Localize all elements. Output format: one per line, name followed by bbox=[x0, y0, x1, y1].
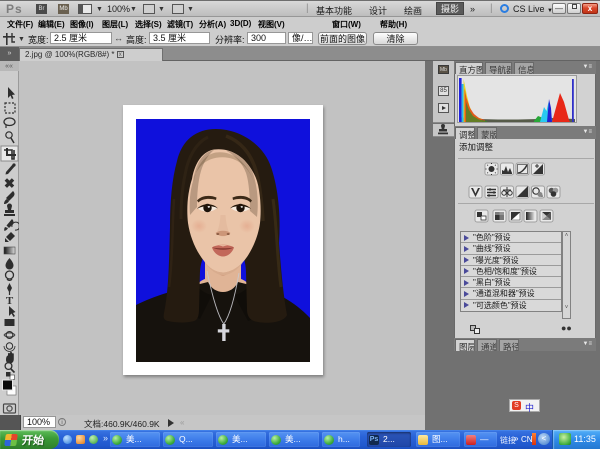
svg-text:T: T bbox=[6, 295, 14, 307]
svg-text:««: «« bbox=[5, 63, 13, 70]
